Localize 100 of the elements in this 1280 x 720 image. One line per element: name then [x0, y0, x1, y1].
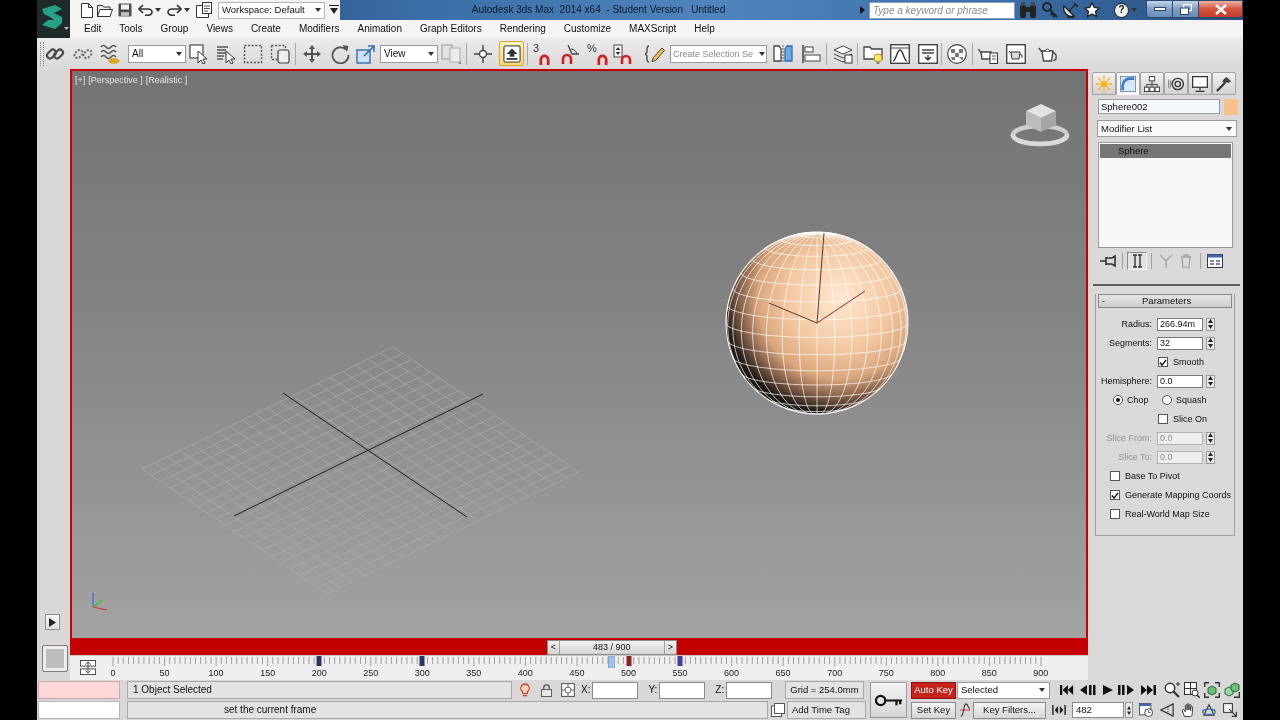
shortcut-toggle-button[interactable] [499, 41, 524, 66]
stack-tool-button[interactable] [1127, 252, 1147, 270]
stacked-squares-icon[interactable] [771, 703, 785, 717]
redo-icon[interactable] [167, 4, 182, 16]
current-frame-marker[interactable] [608, 656, 615, 668]
crosshair-box-icon[interactable] [561, 683, 575, 697]
menu-item[interactable]: Animation [348, 20, 411, 38]
wave-lines-icon[interactable] [100, 43, 120, 64]
lightbulb-icon[interactable] [520, 683, 530, 697]
field-of-view-icon[interactable] [1160, 703, 1174, 717]
time-slider-thumb[interactable]: < 483 / 900 > [546, 640, 677, 655]
previous-frame-button[interactable]: < [547, 641, 560, 654]
mirror-icon[interactable] [773, 43, 793, 64]
script-listener-field[interactable] [38, 681, 120, 699]
radio-button[interactable] [1113, 395, 1123, 405]
menu-item[interactable]: Group [151, 20, 198, 38]
stack-tool-button[interactable] [1205, 252, 1225, 270]
align-icon[interactable] [801, 43, 821, 64]
menu-item[interactable]: Tools [110, 20, 152, 38]
viewport-view-label[interactable]: [Perspective ] [88, 75, 143, 86]
list-cursor-icon[interactable] [216, 43, 236, 64]
modifier-stack-item[interactable]: Sphere [1100, 144, 1231, 158]
app-logo-icon[interactable] [37, 0, 70, 38]
panel-toggle-button[interactable] [42, 645, 68, 672]
new-file-icon[interactable] [81, 2, 93, 18]
set-key-button[interactable]: Set Key [911, 701, 956, 719]
command-panel-tab[interactable] [1212, 72, 1236, 95]
wireframe-sphere[interactable] [725, 231, 909, 415]
modifier-list-dropdown[interactable]: Modifier List [1097, 120, 1237, 137]
rotate-icon[interactable] [330, 43, 350, 64]
key-mode-dropdown[interactable]: Selected [957, 681, 1050, 699]
menu-item[interactable]: Views [197, 20, 242, 38]
dashed-rectangle-icon[interactable] [243, 43, 263, 64]
menu-item[interactable]: Customize [554, 20, 621, 38]
script-output-field[interactable] [38, 701, 120, 719]
step-forward-icon[interactable] [1118, 684, 1134, 696]
folder-icon[interactable] [97, 3, 113, 17]
z-coordinate-field[interactable] [726, 681, 773, 699]
frame-bracket-arrows-icon[interactable] [1052, 704, 1066, 716]
layers-icon[interactable] [833, 43, 853, 64]
keyframe-marker[interactable] [316, 656, 322, 666]
checkbox[interactable] [1158, 357, 1168, 367]
spinner-button[interactable] [1206, 317, 1215, 331]
restore-button[interactable] [1173, 0, 1199, 18]
node-branches-icon[interactable] [473, 43, 493, 64]
select-cursor-icon[interactable] [189, 43, 209, 64]
teapot-window-icon[interactable] [1006, 43, 1026, 64]
star-icon[interactable] [1084, 2, 1100, 18]
minimize-button[interactable] [1146, 0, 1173, 18]
help-button[interactable]: ? [1114, 2, 1129, 18]
schematic-window-icon[interactable] [918, 43, 938, 64]
spinner-button[interactable] [1206, 431, 1215, 445]
spinner-button[interactable] [1206, 336, 1215, 350]
keyframe-marker[interactable] [677, 656, 683, 666]
spinner-button[interactable] [1206, 450, 1215, 464]
y-coordinate-field[interactable] [659, 681, 706, 699]
view-cube-icon[interactable] [1010, 104, 1070, 147]
crossing-selection-icon[interactable] [270, 43, 290, 64]
rollout-header[interactable]: - Parameters [1098, 294, 1232, 308]
command-panel-tab[interactable] [1164, 72, 1188, 95]
number-field[interactable]: 266.94m [1157, 317, 1203, 331]
documents-icon[interactable] [196, 2, 212, 18]
keyframe-marker[interactable] [419, 656, 425, 666]
viewport-layout-button[interactable] [45, 614, 60, 630]
object-name-field[interactable]: Sphere002 [1098, 99, 1220, 114]
stack-tool-button[interactable] [1098, 252, 1118, 270]
play-icon[interactable] [1101, 684, 1113, 696]
menu-item[interactable]: Rendering [490, 20, 555, 38]
padlock-icon[interactable] [541, 683, 552, 697]
auto-key-button[interactable]: Auto Key [911, 681, 956, 699]
time-tag-field[interactable]: Add Time Tag [787, 701, 866, 719]
pan-hand-icon[interactable] [1181, 703, 1195, 717]
expand-arrow-icon[interactable] [860, 6, 865, 14]
selection-filter-dropdown[interactable]: All [128, 44, 186, 63]
go-to-end-icon[interactable] [1140, 684, 1156, 696]
radio-button[interactable] [1162, 395, 1172, 405]
angle-magnet-icon[interactable] [560, 43, 580, 64]
command-panel-tab[interactable] [1140, 72, 1164, 95]
zoom-icon[interactable] [1164, 682, 1180, 698]
color-swatch-icon[interactable] [1224, 99, 1238, 115]
cubes-bracket-icon[interactable] [1224, 682, 1240, 698]
go-to-start-icon[interactable] [1060, 684, 1074, 696]
checkbox[interactable] [1110, 471, 1120, 481]
current-frame-field[interactable]: 482 [1072, 702, 1124, 718]
command-panel-tab[interactable] [1188, 72, 1212, 95]
folder-bulb-icon[interactable] [863, 43, 883, 64]
undo-icon[interactable] [138, 4, 153, 16]
percent-snap-toggle[interactable]: % [587, 42, 609, 65]
menu-item[interactable]: Graph Editors [410, 20, 491, 38]
next-frame-button[interactable]: > [663, 641, 676, 654]
number-field[interactable]: 0.0 [1157, 374, 1203, 388]
menu-item[interactable]: Edit [75, 20, 111, 38]
maximize-viewport-icon[interactable] [1223, 703, 1237, 717]
spinner-button[interactable] [1206, 374, 1215, 388]
orbit-icon[interactable] [1202, 703, 1216, 717]
number-field[interactable]: 32 [1157, 336, 1203, 350]
scale-box-icon[interactable] [356, 43, 376, 64]
checker-sphere-icon[interactable] [947, 43, 967, 64]
menu-item[interactable]: Create [241, 20, 290, 38]
x-coordinate-field[interactable] [592, 681, 639, 699]
